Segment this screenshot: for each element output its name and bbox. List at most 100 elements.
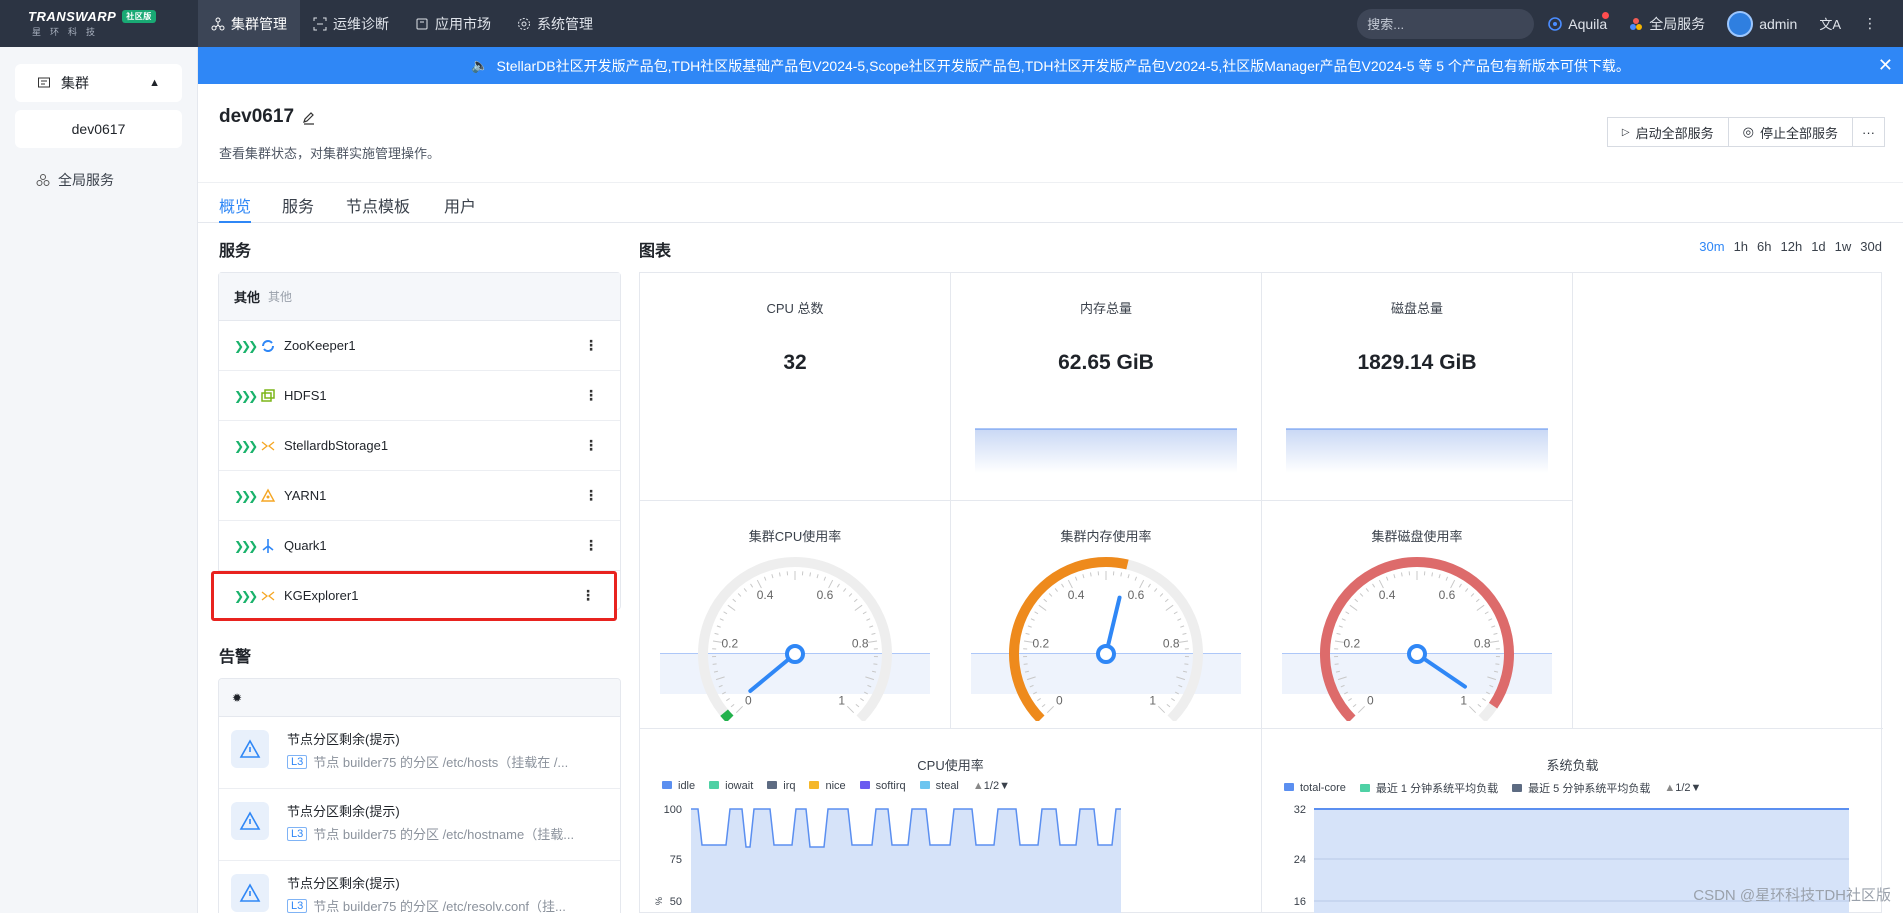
alert-description: 节点 builder75 的分区 /etc/hosts（挂载在 /... — [313, 755, 569, 770]
legend-softirq[interactable]: softirq — [859, 780, 906, 792]
service-name: StellardbStorage1 — [284, 438, 389, 453]
service-group-sublabel: 其他 — [268, 290, 293, 304]
legend-pager[interactable]: ▲1/2▼ — [973, 780, 1010, 792]
gauge-tick — [732, 598, 737, 603]
edit-icon[interactable] — [301, 110, 317, 126]
charts-section-title: 图表 — [639, 243, 672, 260]
nav-cluster-management[interactable]: 集群管理 — [198, 0, 300, 47]
y-axis-unit: % — [654, 897, 664, 905]
legend-steal[interactable]: steal — [919, 780, 959, 792]
legend-pager[interactable]: ▲1/2▼ — [1664, 782, 1701, 794]
gauge-tick — [716, 625, 721, 628]
alert-title: 节点分区剩余(提示) — [287, 804, 400, 819]
gauge-tick — [1139, 579, 1145, 589]
stop-circle-icon: ◎ — [1742, 124, 1754, 139]
gauge-tick — [1357, 705, 1366, 714]
tab-users[interactable]: 用户 — [444, 193, 476, 217]
gauge-tick-label: 0 — [745, 694, 752, 708]
stellardb-icon — [261, 440, 275, 451]
more-vertical-icon[interactable]: ⋮ — [584, 437, 598, 454]
range-30d[interactable]: 30d — [1860, 239, 1882, 254]
gauge-tick — [1165, 604, 1174, 611]
more-vertical-icon[interactable]: ⋮ — [584, 387, 598, 404]
search-input[interactable]: 搜索... — [1357, 8, 1535, 39]
healthy-status-icon: ❯❯❯ — [234, 338, 258, 353]
sidebar-item-global-services[interactable]: 全局服务 — [36, 170, 114, 190]
more-vertical-icon[interactable]: ⋮ — [584, 487, 598, 504]
service-row-zookeeper[interactable]: ❯❯❯ ZooKeeper1 ⋮ — [219, 321, 620, 371]
gauge-tick — [1372, 583, 1376, 588]
gauge-tick — [763, 576, 767, 581]
service-row-hdfs[interactable]: ❯❯❯ HDFS1 ⋮ — [219, 371, 620, 421]
service-row-kgexplorer[interactable]: ❯❯❯ KGExplorer1 ⋮ — [211, 571, 617, 621]
gauge-tick — [1048, 593, 1053, 597]
legend-nice[interactable]: nice — [809, 780, 846, 792]
gauge-tick — [750, 583, 754, 588]
gauge-tick-label: 0.2 — [721, 637, 738, 651]
language-button[interactable]: 文A — [1819, 14, 1841, 33]
y-tick: 16 — [1294, 896, 1306, 908]
stop-all-services-button[interactable]: ◎ 停止全部服务 — [1728, 117, 1853, 147]
gauge-tick — [873, 663, 878, 665]
alerts-header: ✹ — [219, 679, 620, 717]
gauge-tick-label: 0.4 — [757, 588, 774, 602]
more-vertical-icon[interactable]: ⋮ — [581, 587, 595, 604]
service-row-quark[interactable]: ❯❯❯ Quark1 ⋮ — [219, 521, 620, 571]
tab-node-templates[interactable]: 节点模板 — [346, 193, 410, 217]
legend-irq[interactable]: irq — [767, 780, 795, 792]
legend-idle[interactable]: idle — [662, 780, 695, 792]
gauge-hub — [1407, 644, 1427, 664]
alert-item[interactable]: 节点分区剩余(提示) L3 节点 builder75 的分区 /etc/hosts… — [219, 717, 620, 789]
nav-system-management[interactable]: 系统管理 — [504, 0, 606, 47]
gauge-tick — [1173, 611, 1178, 615]
gauge-tick — [1438, 574, 1441, 579]
gauge-tick — [1476, 604, 1485, 611]
nav-label: 集群管理 — [231, 15, 287, 32]
global-services-button[interactable]: 全局服务 — [1629, 14, 1705, 34]
service-row-stellardbstorage[interactable]: ❯❯❯ StellardbStorage1 ⋮ — [219, 421, 620, 471]
close-icon[interactable]: ✕ — [1878, 55, 1893, 76]
legend-iowait[interactable]: iowait — [709, 780, 753, 792]
user-menu[interactable]: admin — [1727, 10, 1797, 37]
range-12h[interactable]: 12h — [1781, 239, 1803, 254]
service-name: YARN1 — [284, 488, 327, 503]
more-menu-button[interactable]: ⋮ — [1863, 15, 1877, 32]
more-actions-button[interactable]: ··· — [1853, 117, 1885, 147]
sidebar-item-dev0617[interactable]: dev0617 — [15, 110, 182, 148]
service-name: KGExplorer1 — [284, 588, 359, 603]
legend-load-1m[interactable]: 最近 1 分钟系统平均负载 — [1359, 780, 1498, 796]
gauge-tick — [855, 703, 860, 708]
tab-overview[interactable]: 概览 — [219, 193, 252, 223]
aquila-button[interactable]: Aquila — [1548, 11, 1610, 32]
chart-title: CPU使用率 — [917, 758, 984, 773]
legend-label: steal — [935, 780, 959, 792]
stat-value: 62.65 GiB — [1058, 351, 1154, 374]
legend-total-core[interactable]: total-core — [1284, 782, 1346, 794]
more-vertical-icon[interactable]: ⋮ — [584, 537, 598, 554]
logo[interactable]: TRANSWARP 社区版 星环科技 — [0, 0, 198, 47]
empty-cell — [1573, 273, 1883, 729]
service-row-yarn[interactable]: ❯❯❯ YARN1 ⋮ — [219, 471, 620, 521]
services-icon — [1630, 17, 1643, 30]
more-vertical-icon[interactable]: ⋮ — [584, 337, 598, 354]
gauge-tick — [1465, 588, 1469, 592]
alert-description: 节点 builder75 的分区 /etc/hostname（挂载... — [313, 827, 575, 842]
range-1h[interactable]: 1h — [1734, 239, 1748, 254]
nav-ops-diagnosis[interactable]: 运维诊断 — [300, 0, 402, 47]
range-1d[interactable]: 1d — [1811, 239, 1825, 254]
alert-item[interactable]: 节点分区剩余(提示) L3 节点 builder75 的分区 /etc/resol… — [219, 861, 620, 913]
sidebar-group-cluster[interactable]: 集群 ▲ — [15, 64, 182, 102]
start-all-services-button[interactable]: ▷ 启动全部服务 — [1606, 117, 1729, 147]
memory-sparkline — [975, 428, 1237, 473]
button-label: 停止全部服务 — [1759, 125, 1838, 141]
aquila-icon — [1548, 16, 1563, 31]
gauge-label: 集群磁盘使用率 — [1371, 529, 1463, 544]
tab-services[interactable]: 服务 — [282, 193, 314, 217]
nav-app-market[interactable]: 应用市场 — [402, 0, 504, 47]
range-30m[interactable]: 30m — [1699, 239, 1724, 254]
range-1w[interactable]: 1w — [1835, 239, 1852, 254]
alert-level-badge: L3 — [287, 754, 308, 769]
alert-item[interactable]: 节点分区剩余(提示) L3 节点 builder75 的分区 /etc/hostn… — [219, 789, 620, 861]
legend-load-5m[interactable]: 最近 5 分钟系统平均负载 — [1512, 780, 1650, 796]
range-6h[interactable]: 6h — [1757, 239, 1771, 254]
